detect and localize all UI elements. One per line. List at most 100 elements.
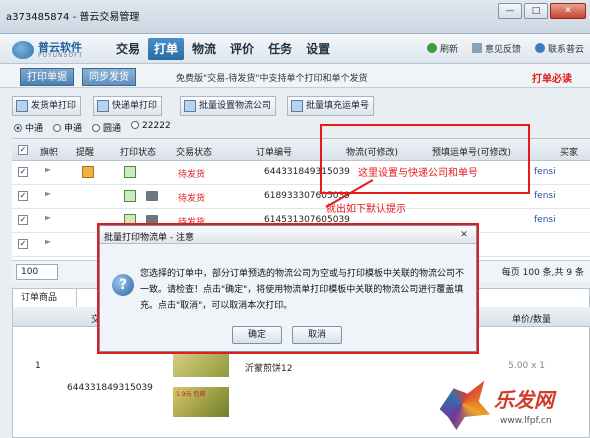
- product-thumbnail[interactable]: 1.9元 包邮: [173, 387, 229, 417]
- fill-icon: [291, 100, 303, 112]
- tab-sync-ship[interactable]: 同步发货: [82, 68, 136, 86]
- window-title: a373485874 - 普云交易管理: [6, 12, 140, 23]
- menu-item-tasks[interactable]: 任务: [262, 38, 298, 60]
- radio-label: 中通: [25, 124, 44, 134]
- page-size-select[interactable]: 100: [16, 264, 58, 280]
- close-button[interactable]: ✕: [550, 3, 586, 19]
- refresh-icon: [426, 43, 437, 53]
- row-checkbox[interactable]: ✓: [18, 215, 28, 225]
- app-window: a373485874 - 普云交易管理 — □ ✕ 普云软件 PUYUNSOFT…: [0, 0, 590, 438]
- question-icon: ?: [112, 274, 134, 296]
- print-status-icon: [124, 190, 136, 202]
- radio-courier-3[interactable]: 圆通: [92, 121, 121, 134]
- col-flag[interactable]: 旗帜: [40, 145, 58, 158]
- col-price-qty: 单价/数量: [511, 315, 551, 325]
- trade-status: 待发货: [178, 194, 206, 204]
- menu: 交易 打单 物流 评价 任务 设置: [110, 38, 336, 60]
- trade-status: 待发货: [178, 170, 206, 180]
- buyer-name[interactable]: fensi: [534, 191, 556, 201]
- printer-icon[interactable]: [146, 215, 158, 225]
- buyer-name[interactable]: fensi: [534, 215, 556, 225]
- flag-icon[interactable]: [45, 216, 51, 221]
- refresh-link[interactable]: 刷新: [426, 42, 458, 55]
- dialog-message: 您选择的订单中，部分订单预选的物流公司为空或与打印模板中关联的物流公司不一致。请…: [140, 269, 465, 311]
- dialog-titlebar: 批量打印物流单 - 注意 ✕: [100, 226, 476, 244]
- refresh-label: 刷新: [439, 45, 458, 55]
- watermark-text: 乐发网: [494, 388, 554, 412]
- price-qty: 5.00 x 1: [508, 361, 545, 371]
- ok-button[interactable]: 确定: [232, 326, 282, 344]
- courier-radio-group: 中通 申通 圆通 22222: [14, 121, 171, 134]
- ship-print-label: 发货单打印: [31, 101, 77, 111]
- must-read-link[interactable]: 打单必读: [532, 70, 572, 85]
- contact-label: 联系普云: [547, 45, 584, 55]
- print-status-icon: [124, 166, 136, 178]
- col-order-no[interactable]: 订单编号: [256, 145, 292, 158]
- tab-print-single[interactable]: 打印单据: [20, 68, 74, 86]
- menu-item-logistics[interactable]: 物流: [186, 38, 222, 60]
- feedback-label: 意见反馈: [484, 45, 521, 55]
- radio-courier-2[interactable]: 申通: [53, 121, 82, 134]
- annotation-highlight-box: [320, 124, 530, 194]
- flag-icon[interactable]: [45, 192, 51, 197]
- menu-item-print[interactable]: 打单: [148, 38, 185, 60]
- product-name[interactable]: 沂蒙煎饼12: [245, 361, 292, 374]
- flag-icon[interactable]: [45, 168, 51, 173]
- col-trade-status[interactable]: 交易状态: [176, 145, 212, 158]
- radio-label: 申通: [64, 124, 83, 134]
- select-all-checkbox[interactable]: ✓: [18, 145, 28, 155]
- feedback-link[interactable]: 意见反馈: [471, 42, 521, 55]
- menu-item-trade[interactable]: 交易: [110, 38, 146, 60]
- contact-icon: [534, 43, 545, 53]
- flag-icon[interactable]: [45, 240, 51, 245]
- nav-actions: 刷新 意见反馈 联系普云: [426, 42, 584, 55]
- maximize-button[interactable]: □: [524, 3, 548, 19]
- minimize-button[interactable]: —: [498, 3, 522, 19]
- window-controls: — □ ✕: [498, 3, 586, 19]
- batch-logistics-button[interactable]: 批量设置物流公司: [180, 96, 277, 116]
- item-order-number: 644331849315039: [67, 383, 153, 393]
- col-print-status[interactable]: 打印状态: [120, 145, 156, 158]
- row-checkbox[interactable]: ✓: [18, 239, 28, 249]
- dialog-close-icon[interactable]: ✕: [458, 229, 470, 241]
- row-checkbox[interactable]: ✓: [18, 167, 28, 177]
- batch-fill-button[interactable]: 批量填充运单号: [287, 96, 375, 116]
- col-remind[interactable]: 提醒: [76, 145, 94, 158]
- menu-item-review[interactable]: 评价: [224, 38, 260, 60]
- contact-link[interactable]: 联系普云: [534, 42, 584, 55]
- radio-dot: [92, 124, 101, 132]
- free-version-notice: 免费版"交易-待发货"中支持单个打印和单个发货: [176, 74, 368, 84]
- print-toolbar: 发货单打印 快递单打印 批量设置物流公司 批量填充运单号: [0, 94, 590, 118]
- menu-item-settings[interactable]: 设置: [300, 38, 336, 60]
- annotation-popup-hint: 就出如下默认提示: [326, 204, 406, 215]
- express-print-button[interactable]: 快递单打印: [93, 96, 163, 116]
- radio-dot: [14, 124, 22, 132]
- dialog-title: 批量打印物流单 - 注意: [104, 233, 194, 243]
- document-icon: [16, 100, 28, 112]
- printer-icon[interactable]: [146, 191, 158, 201]
- title-bar: a373485874 - 普云交易管理 — □ ✕: [0, 0, 590, 34]
- cancel-button[interactable]: 取消: [292, 326, 342, 344]
- col-buyer[interactable]: 买家: [560, 145, 578, 158]
- watermark-url: www.lfpf.cn: [500, 416, 552, 426]
- logo: 普云软件 PUYUNSOFT: [12, 39, 107, 61]
- annotation-modify-hint: 这里设置与快递公司和单号: [358, 168, 478, 179]
- ship-print-button[interactable]: 发货单打印: [12, 96, 82, 116]
- buyer-name[interactable]: fensi: [534, 167, 556, 177]
- radio-courier-1[interactable]: 中通: [14, 121, 43, 134]
- radio-dot: [131, 121, 140, 129]
- tab-order-items[interactable]: 订单商品: [13, 289, 77, 307]
- watermark: 乐发网 www.lfpf.cn: [434, 378, 584, 434]
- logo-icon: [12, 41, 34, 59]
- row-checkbox[interactable]: ✓: [18, 191, 28, 201]
- radio-courier-4[interactable]: 22222: [131, 121, 171, 134]
- row-index: 1: [35, 361, 41, 371]
- remind-icon: [82, 166, 94, 178]
- truck-icon: [184, 100, 196, 112]
- batch-fill-label: 批量填充运单号: [306, 101, 370, 111]
- radio-dot: [53, 124, 62, 132]
- feedback-icon: [471, 43, 482, 53]
- pager-info: 每页 100 条,共 9 条: [501, 268, 584, 278]
- radio-label: 22222: [142, 121, 171, 131]
- logo-subtitle: PUYUNSOFT: [38, 52, 84, 59]
